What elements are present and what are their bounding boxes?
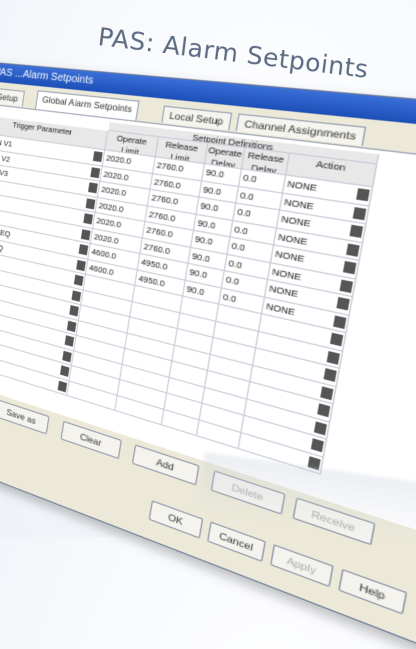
- dropdown-arrow-icon[interactable]: [314, 420, 328, 435]
- dropdown-arrow-icon[interactable]: [92, 151, 103, 163]
- tab-alarm-setup[interactable]: Alarm Setup: [0, 85, 25, 107]
- dropdown-arrow-icon[interactable]: [71, 289, 82, 302]
- dropdown-arrow-icon[interactable]: [329, 332, 344, 347]
- cancel-button[interactable]: Cancel: [207, 521, 266, 563]
- dropdown-arrow-icon[interactable]: [62, 350, 72, 362]
- dropdown-arrow-icon[interactable]: [66, 320, 77, 332]
- dropdown-arrow-icon[interactable]: [64, 335, 75, 347]
- dropdown-arrow-icon[interactable]: [88, 182, 98, 194]
- dropdown-arrow-icon[interactable]: [73, 274, 84, 287]
- dropdown-arrow-icon[interactable]: [349, 224, 364, 238]
- dropdown-arrow-icon[interactable]: [339, 278, 354, 293]
- dropdown-arrow-icon[interactable]: [346, 242, 360, 257]
- dropdown-arrow-icon[interactable]: [90, 166, 101, 178]
- dropdown-arrow-icon[interactable]: [60, 365, 70, 377]
- dropdown-arrow-icon[interactable]: [76, 259, 86, 271]
- dropdown-arrow-icon[interactable]: [336, 296, 350, 311]
- dropdown-arrow-icon[interactable]: [342, 260, 357, 275]
- help-button[interactable]: Help: [338, 568, 408, 615]
- dropdown-arrow-icon[interactable]: [352, 206, 367, 220]
- dropdown-arrow-icon[interactable]: [310, 438, 324, 453]
- dropdown-arrow-icon[interactable]: [85, 197, 96, 209]
- dropdown-arrow-icon[interactable]: [78, 244, 89, 256]
- dropdown-arrow-icon[interactable]: [80, 228, 91, 240]
- dropdown-arrow-icon[interactable]: [317, 403, 331, 418]
- dropdown-arrow-icon[interactable]: [326, 350, 341, 365]
- dropdown-arrow-icon[interactable]: [323, 368, 337, 382]
- window-title: PAS ...Alarm Setpoints: [0, 66, 95, 88]
- dropdown-arrow-icon[interactable]: [320, 385, 334, 400]
- dropdown-arrow-icon[interactable]: [69, 305, 79, 317]
- dropdown-arrow-icon[interactable]: [83, 213, 94, 225]
- screenshot-stage: PAS ...Alarm Setpoints x Alarm SetupGlob…: [0, 0, 416, 649]
- dropdown-arrow-icon[interactable]: [333, 314, 347, 329]
- ok-button[interactable]: OK: [148, 500, 204, 539]
- setup-dialog: PAS ...Alarm Setpoints x Alarm SetupGlob…: [0, 60, 416, 649]
- apply-button[interactable]: Apply: [270, 544, 334, 588]
- dropdown-arrow-icon[interactable]: [57, 380, 68, 392]
- dropdown-arrow-icon[interactable]: [356, 188, 370, 202]
